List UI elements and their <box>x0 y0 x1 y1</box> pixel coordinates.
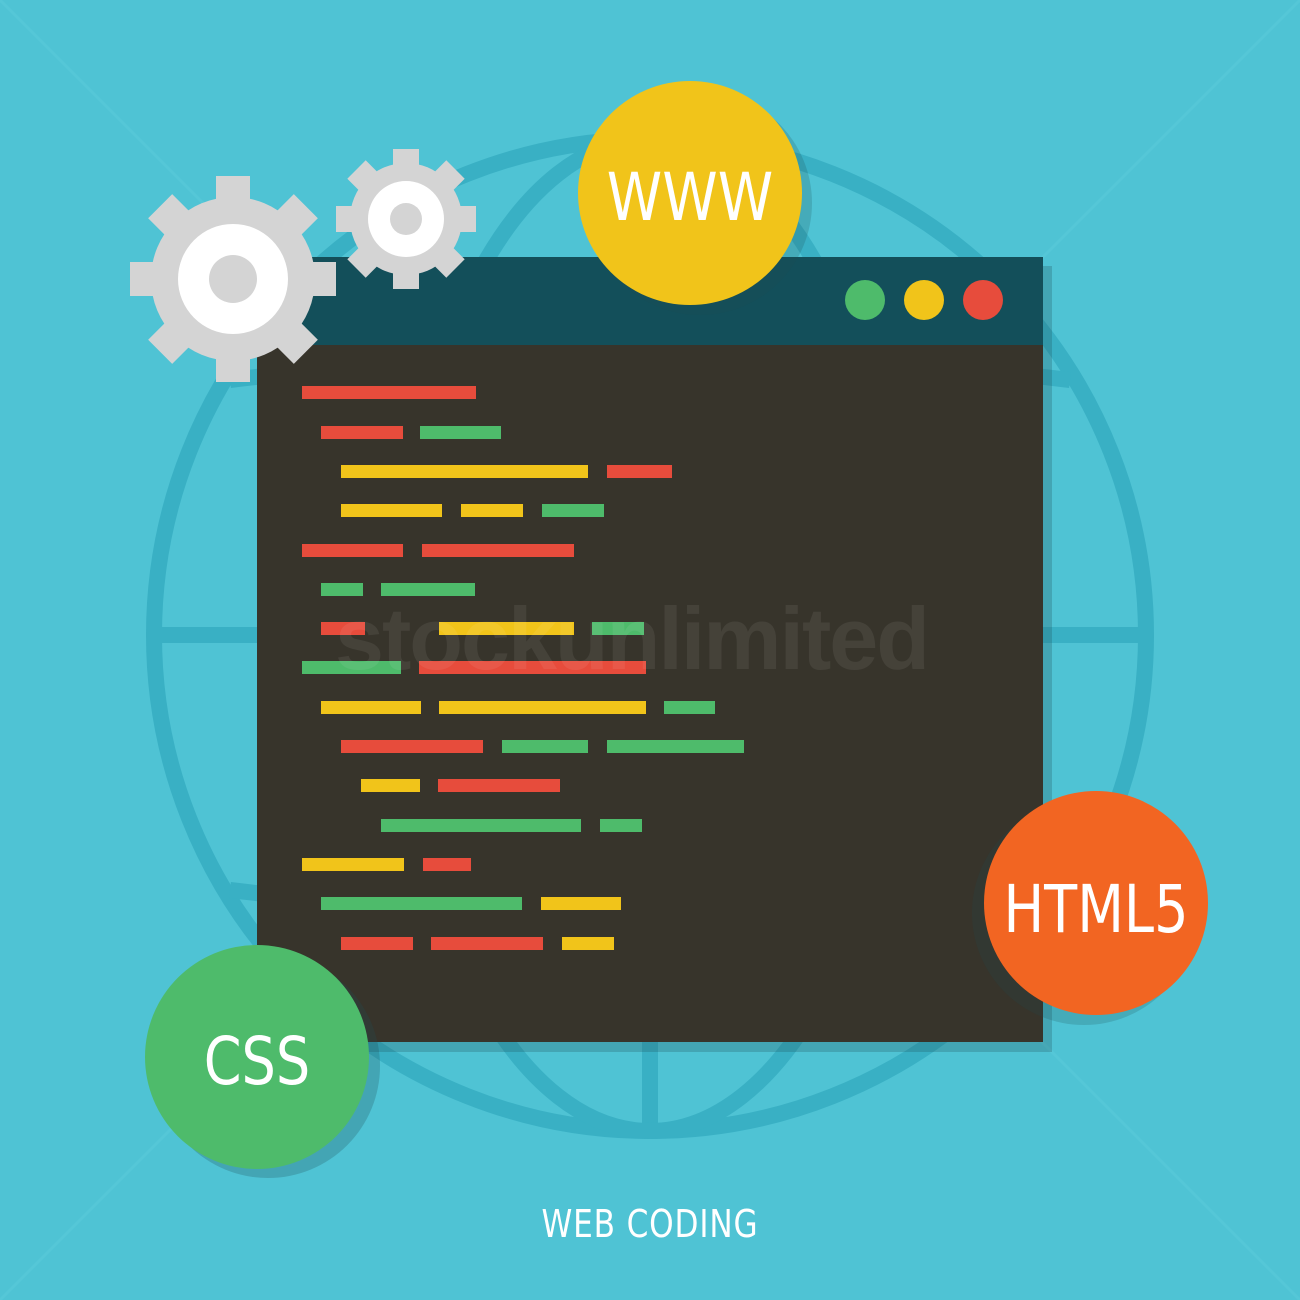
code-segment <box>341 937 413 950</box>
code-segment <box>423 858 471 871</box>
gear-icon <box>336 149 476 289</box>
window-dot-green[interactable] <box>845 280 885 320</box>
html5-label: HTML5 <box>1003 872 1188 949</box>
code-segment <box>461 504 523 517</box>
code-segment <box>341 465 588 478</box>
code-segment <box>321 426 403 439</box>
code-segment <box>431 937 543 950</box>
code-segment <box>607 740 744 753</box>
code-segment <box>664 701 715 714</box>
code-segment <box>439 701 646 714</box>
code-segment <box>321 897 522 910</box>
code-segment <box>341 740 483 753</box>
code-segment <box>420 426 501 439</box>
code-segment <box>438 779 560 792</box>
code-segment <box>302 386 476 399</box>
watermark: stockunlimited <box>335 589 930 688</box>
www-label: WWW <box>607 160 773 237</box>
code-segment <box>302 544 403 557</box>
code-segment <box>541 897 621 910</box>
caption: WEB CODING <box>541 1202 759 1246</box>
code-segment <box>502 740 588 753</box>
code-segment <box>341 504 442 517</box>
window-dot-yellow[interactable] <box>904 280 944 320</box>
code-segment <box>542 504 604 517</box>
code-segment <box>381 819 581 832</box>
code-segment <box>361 779 420 792</box>
code-segment <box>302 858 404 871</box>
window-dot-red[interactable] <box>963 280 1003 320</box>
code-segment <box>321 701 421 714</box>
gear-icon <box>130 176 336 382</box>
code-segment <box>422 544 574 557</box>
code-segment <box>562 937 614 950</box>
code-segment <box>600 819 642 832</box>
code-segment <box>607 465 672 478</box>
css-label: CSS <box>204 1024 310 1101</box>
